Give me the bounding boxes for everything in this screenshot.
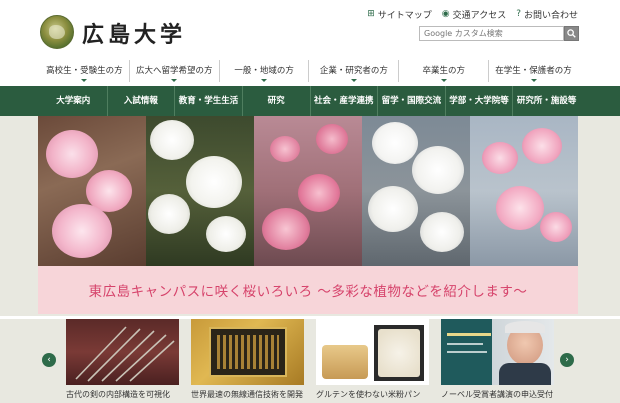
location-pin-icon: ◉ xyxy=(441,9,450,19)
hero-caption-banner: 東広島キャンパスに咲く桜いろいろ 〜多彩な植物などを紹介します〜 xyxy=(38,266,578,314)
logo-text[interactable]: 広島大学 xyxy=(82,17,186,49)
cherry-blossom-photo xyxy=(254,116,362,266)
nav-item-education[interactable]: 教育・学生生活 xyxy=(174,86,242,116)
nav-item-about[interactable]: 大学案内 xyxy=(40,86,107,116)
utility-links: ⊞ サイトマップ ◉ 交通アクセス ? お問い合わせ xyxy=(367,8,578,22)
audience-item-current-students[interactable]: 在学生・保護者の方 xyxy=(488,60,578,82)
carousel-card[interactable]: ノーベル受賞者講演の申込受付 xyxy=(441,319,554,403)
access-label: 交通アクセス xyxy=(452,11,507,21)
audience-item-prospective-students[interactable]: 高校生・受験生の方 xyxy=(40,60,129,82)
sword-thumbnail xyxy=(66,319,179,385)
carousel-card[interactable]: 世界最速の無線通信技術を開発 xyxy=(191,319,304,403)
nav-item-institutes[interactable]: 研究所・施設等 xyxy=(512,86,580,116)
carousel-card-title: ノーベル受賞者講演の申込受付 xyxy=(441,390,553,399)
cherry-blossom-photo xyxy=(470,116,578,266)
audience-item-alumni[interactable]: 卒業生の方 xyxy=(398,60,488,82)
carousel-card-title: 古代の剣の内部構造を可視化 xyxy=(66,390,170,399)
hero-caption: 東広島キャンパスに咲く桜いろいろ 〜多彩な植物などを紹介します〜 xyxy=(88,284,528,300)
audience-item-international[interactable]: 広大へ留学希望の方 xyxy=(128,60,219,82)
cherry-blossom-photo xyxy=(362,116,470,266)
hero-slider[interactable]: 東広島キャンパスに咲く桜いろいろ 〜多彩な植物などを紹介します〜 xyxy=(0,116,620,316)
question-icon: ? xyxy=(516,9,521,19)
bread-thumbnail xyxy=(316,319,429,385)
news-carousel: ‹ 古代の剣の内部構造を可視化 世界最速の無線通信技術を開発 グルテンを使わない… xyxy=(0,319,620,403)
sitemap-icon: ⊞ xyxy=(367,9,375,19)
search-box xyxy=(419,26,579,41)
nobel-laureate-thumbnail xyxy=(441,319,554,385)
carousel-prev-button[interactable]: ‹ xyxy=(42,353,56,367)
nav-item-research[interactable]: 研究 xyxy=(241,86,310,116)
carousel-next-button[interactable]: › xyxy=(560,353,574,367)
university-emblem-icon[interactable] xyxy=(40,15,74,49)
hero-image xyxy=(38,116,578,266)
site-header: 広島大学 ⊞ サイトマップ ◉ 交通アクセス ? お問い合わせ xyxy=(0,0,620,58)
sitemap-link[interactable]: ⊞ サイトマップ xyxy=(367,8,432,22)
audience-item-business[interactable]: 企業・研究者の方 xyxy=(308,60,398,82)
chip-thumbnail xyxy=(191,319,304,385)
search-icon xyxy=(567,29,576,38)
contact-link[interactable]: ? お問い合わせ xyxy=(516,8,578,22)
nav-item-international[interactable]: 留学・国際交流 xyxy=(377,86,445,116)
nav-item-faculties[interactable]: 学部・大学院等 xyxy=(444,86,513,116)
sitemap-label: サイトマップ xyxy=(377,11,432,21)
contact-label: お問い合わせ xyxy=(523,11,578,21)
cherry-blossom-photo xyxy=(38,116,146,266)
audience-item-public[interactable]: 一般・地域の方 xyxy=(218,60,309,82)
carousel-card-title: 世界最速の無線通信技術を開発 xyxy=(191,390,303,399)
nav-item-industry[interactable]: 社会・産学連携 xyxy=(309,86,378,116)
search-button[interactable] xyxy=(564,26,579,41)
audience-nav: 高校生・受験生の方 広大へ留学希望の方 一般・地域の方 企業・研究者の方 卒業生… xyxy=(40,60,578,82)
cherry-blossom-photo xyxy=(146,116,254,266)
main-nav: 大学案内 入試情報 教育・学生生活 研究 社会・産学連携 留学・国際交流 学部・… xyxy=(0,86,620,116)
access-link[interactable]: ◉ 交通アクセス xyxy=(441,8,507,22)
carousel-card-title: グルテンを使わない米粉パン xyxy=(316,390,421,399)
search-input[interactable] xyxy=(419,26,564,41)
carousel-card[interactable]: 古代の剣の内部構造を可視化 xyxy=(66,319,179,403)
nav-item-admissions[interactable]: 入試情報 xyxy=(106,86,175,116)
carousel-card[interactable]: グルテンを使わない米粉パン xyxy=(316,319,429,403)
